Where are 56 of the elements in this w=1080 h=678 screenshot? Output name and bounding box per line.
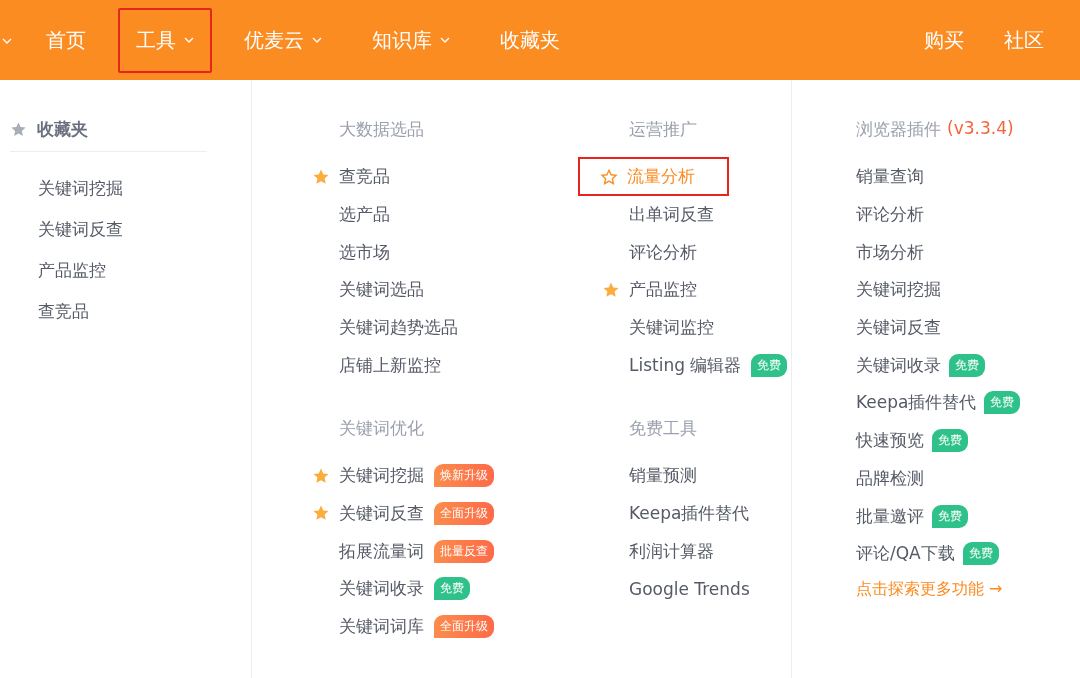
favorite-link[interactable]: 关键词挖掘 [38,168,251,209]
section-title: 关键词优化 [339,416,425,440]
tool-link[interactable]: Google Trends [600,576,752,601]
tool-link[interactable]: 选市场 [310,238,392,266]
section-title: 大数据选品 [339,118,425,141]
plugin-link[interactable]: 批量邀评 [856,504,924,528]
section-title: 浏览器插件 [856,118,941,141]
tool-link[interactable]: 关键词选品 [310,276,426,304]
tag-badge: 免费 [932,429,968,453]
tool-link[interactable]: 关键词趋势选品 [310,314,460,342]
plugin-link[interactable]: 评论分析 [856,203,924,227]
tag-badge: 免费 [949,353,985,377]
plugin-link[interactable]: 品牌检测 [856,466,924,490]
tool-link[interactable]: 产品监控 [600,276,699,304]
plugin-link[interactable]: 市场分析 [856,240,924,264]
plugin-link[interactable]: 评论/QA下载 [856,542,955,566]
star-icon [10,121,27,138]
tag-badge: 全面升级 [434,614,494,638]
tag-badge: 免费 [962,542,999,566]
tool-link[interactable]: 选产品 [310,201,392,229]
plugin-link[interactable]: Keepa插件替代 [856,391,977,415]
version-label: (v3.3.4) [947,118,1014,140]
tool-link[interactable]: 关键词反查 [310,499,426,527]
favorite-link[interactable]: 查竞品 [38,291,251,332]
tool-link[interactable]: Keepa插件替代 [600,499,752,527]
tool-link[interactable]: 评论分析 [600,238,699,266]
tool-link[interactable]: 查竞品 [310,163,392,191]
tool-link[interactable]: 关键词挖掘 [310,462,426,490]
tag-badge: 免费 [932,504,968,528]
caret-icon [2,38,12,44]
tool-link[interactable]: Listing 编辑器 [600,351,744,379]
tool-link[interactable]: 出单词反查 [600,201,716,229]
tool-link[interactable]: 关键词收录 [310,575,426,603]
favorite-link[interactable]: 关键词反查 [38,209,251,250]
tag-badge: 免费 [984,391,1021,415]
tag-badge: 批量反查 [434,539,494,563]
tool-link[interactable]: 关键词词库 [310,612,426,640]
tool-link[interactable]: 店铺上新监控 [310,351,443,379]
plugin-link[interactable]: 销量查询 [856,165,924,189]
tag-badge: 免费 [434,577,470,601]
star-outline-icon [600,167,618,186]
tag-badge: 免费 [751,353,788,377]
plugin-link[interactable]: 快速预览 [856,429,924,453]
tool-link[interactable]: 销量预测 [600,462,699,490]
tag-badge: 全面升级 [434,501,494,525]
tool-link[interactable]: 利润计算器 [600,537,716,565]
tool-link[interactable]: 拓展流量词 [310,537,426,565]
plugin-link[interactable]: 关键词反查 [856,316,941,340]
tag-badge: 焕新升级 [434,464,494,488]
section-title: 运营推广 [629,118,698,141]
tool-link[interactable]: 关键词监控 [600,314,716,342]
plugin-link[interactable]: 关键词挖掘 [856,278,941,302]
plugin-link[interactable]: 关键词收录 [856,353,941,377]
section-title: 免费工具 [629,416,698,440]
favorite-link[interactable]: 产品监控 [38,250,251,291]
favorites-title: 收藏夹 [37,118,88,141]
